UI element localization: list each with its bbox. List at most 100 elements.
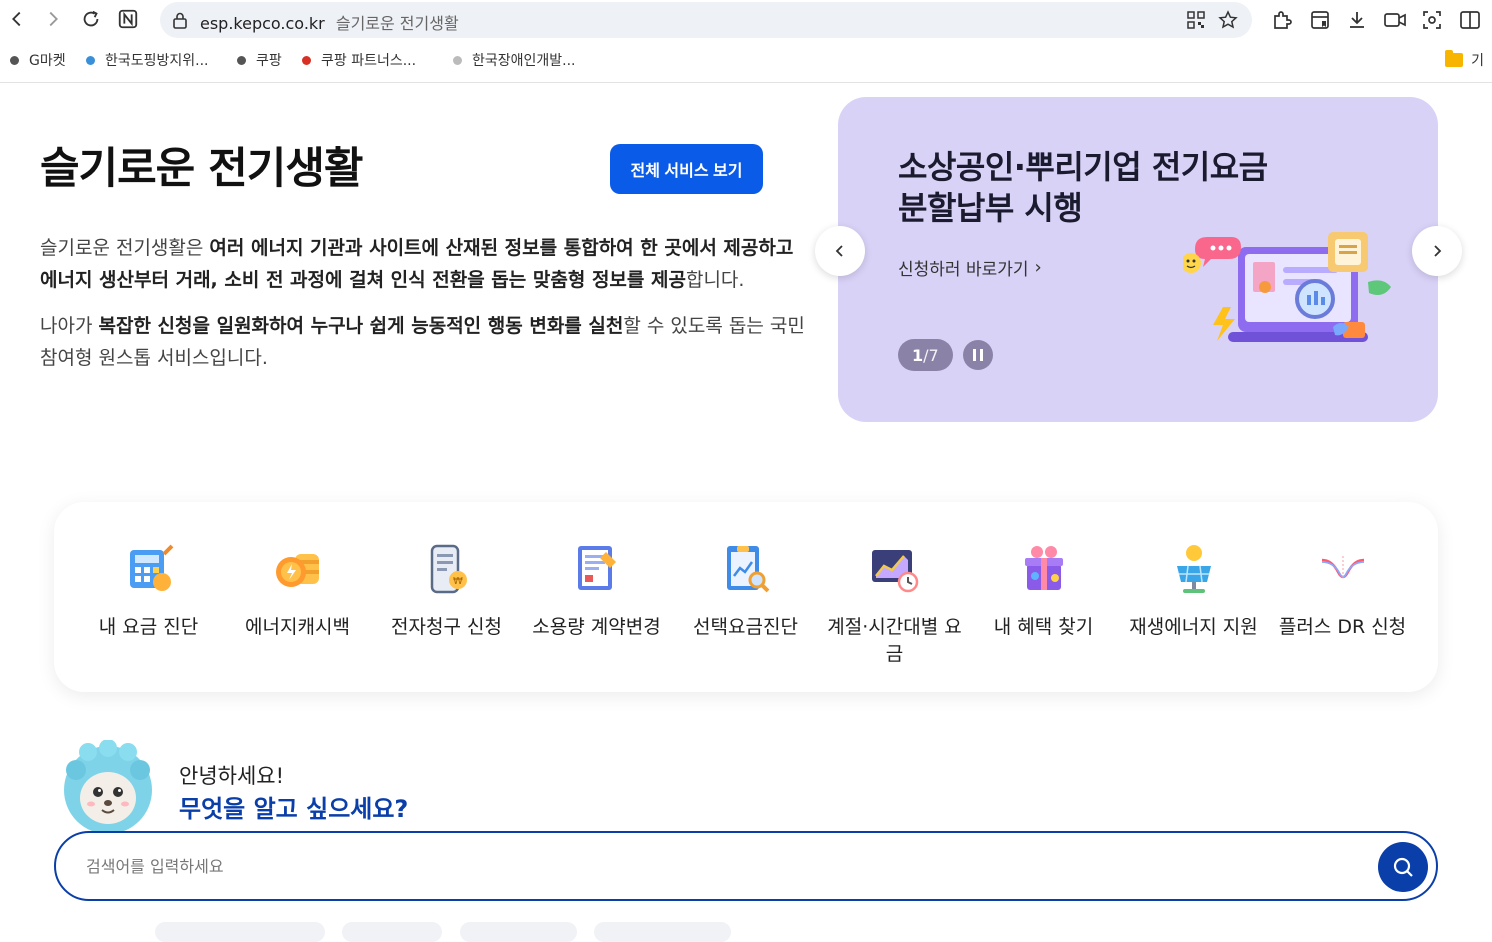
screenshot-icon[interactable] xyxy=(1420,8,1444,32)
carousel-next-button[interactable] xyxy=(1412,226,1462,276)
quick-item-label: 내 요금 진단 xyxy=(98,616,199,638)
quick-item-label: 재생에너지 지원 xyxy=(1129,616,1258,638)
browser-toolbar: esp.kepco.co.kr 슬기로운 전기생활 xyxy=(0,0,1492,40)
e-bill-phone-icon: ₩ xyxy=(430,544,467,594)
bookmark-label: 쿠팡 파트너스... xyxy=(321,53,417,69)
bookmark-gmarket[interactable]: G마켓 xyxy=(10,50,66,70)
bookmark-star-icon[interactable] xyxy=(1218,10,1238,30)
quick-item-label: 소용량 계약변경 xyxy=(532,616,661,638)
sidebar-icon[interactable] xyxy=(1458,8,1482,32)
quick-item-rate-diagnosis[interactable]: 선택요금진단 xyxy=(673,542,818,641)
banner-title: 소상공인·뿌리기업 전기요금 분할납부 시행 xyxy=(898,147,1268,229)
intro-paragraph-2: 나아가 복잡한 신청을 일원화하여 누구나 쉽게 능동적인 행동 변화를 실천할… xyxy=(40,310,830,374)
search-bar xyxy=(54,831,1438,901)
banner-title-line: 분할납부 시행 xyxy=(898,189,1083,227)
computer-illustration-icon xyxy=(1183,232,1391,342)
quick-item-label: 플러스 DR 신청 xyxy=(1278,616,1407,638)
carousel-prev-button[interactable] xyxy=(815,226,865,276)
bookmark-label: 한국장애인개발... xyxy=(472,53,576,69)
promo-banner[interactable]: 소상공인·뿌리기업 전기요금 분할납부 시행 신청하러 바로가기 › 1/7 xyxy=(838,97,1438,422)
bookmark-coupang[interactable]: 쿠팡 xyxy=(237,50,282,70)
bookmark-favicon xyxy=(237,55,246,65)
quick-item-plus-dr[interactable]: 플러스 DR 신청 xyxy=(1270,542,1415,641)
quick-item-e-billing[interactable]: ₩ 전자청구 신청 xyxy=(374,542,519,641)
quick-item-contract-change[interactable]: 소용량 계약변경 xyxy=(524,542,669,641)
bookmark-disability-dev[interactable]: 한국장애인개발... xyxy=(453,50,576,70)
reload-icon[interactable] xyxy=(80,8,102,30)
quick-item-label: 선택요금진단 xyxy=(693,616,798,638)
chevron-left-icon xyxy=(835,245,843,257)
banner-title-line: 소상공인·뿌리기업 전기요금 xyxy=(898,148,1268,186)
intro-text-part: 참여형 원스톱 서비스입니다. xyxy=(40,347,268,369)
keyword-tag[interactable] xyxy=(594,922,731,942)
address-bar[interactable]: esp.kepco.co.kr 슬기로운 전기생활 xyxy=(160,2,1252,38)
keyword-tag[interactable] xyxy=(460,922,577,942)
report-magnifier-icon xyxy=(726,546,769,593)
gift-box-icon xyxy=(1024,546,1063,590)
bookmark-folder[interactable]: 기 xyxy=(1445,50,1484,70)
keyword-tag[interactable] xyxy=(155,922,325,942)
extensions-icon[interactable] xyxy=(1270,8,1294,32)
contract-document-icon xyxy=(577,546,616,590)
banner-link-label: 신청하러 바로가기 xyxy=(898,260,1029,280)
bookmark-favicon xyxy=(10,55,19,65)
all-services-button[interactable]: 전체 서비스 보기 xyxy=(610,144,763,194)
keyword-tag[interactable] xyxy=(342,922,442,942)
quick-item-benefits[interactable]: 내 혜택 찾기 xyxy=(971,542,1116,641)
intro-text-bold: 에너지 생산부터 거래, 소비 전 과정에 걸쳐 인식 전환을 돕는 맞춤형 정… xyxy=(40,269,686,291)
quick-item-label: 계절·시간대별 요금 xyxy=(827,616,962,665)
download-icon[interactable] xyxy=(1345,8,1369,32)
video-icon[interactable] xyxy=(1383,8,1407,32)
intro-text-part: 합니다. xyxy=(685,269,745,291)
pause-icon[interactable] xyxy=(963,340,993,370)
assistant-greeting: 안녕하세요! xyxy=(179,764,285,788)
bookmark-doping[interactable]: 한국도핑방지위... xyxy=(86,50,209,70)
folder-icon xyxy=(1445,50,1464,67)
bill-calculator-icon xyxy=(129,544,173,591)
quick-item-label: 전자청구 신청 xyxy=(391,616,502,638)
search-button[interactable] xyxy=(1378,842,1428,892)
chevron-right-icon: › xyxy=(1034,257,1042,278)
assistant-question: 무엇을 알고 싶으세요? xyxy=(179,795,409,823)
quick-item-bill-diagnosis[interactable]: 내 요금 진단 xyxy=(76,542,221,641)
coin-cashback-icon xyxy=(275,554,319,587)
chart-clock-icon xyxy=(871,550,918,593)
intro-text-part: 나아가 xyxy=(40,315,99,337)
tab-title: 슬기로운 전기생활 xyxy=(335,14,459,33)
lock-icon[interactable] xyxy=(170,10,190,30)
bookmark-label: 한국도핑방지위... xyxy=(105,53,209,69)
intro-text-part: 슬기로운 전기생활은 xyxy=(40,237,210,259)
bookmark-folder-label: 기 xyxy=(1471,53,1484,69)
back-icon[interactable] xyxy=(6,8,28,30)
chevron-right-icon xyxy=(1434,245,1442,257)
pager-total: /7 xyxy=(923,345,939,365)
pager-current: 1 xyxy=(912,345,924,365)
intro-text-part: 할 수 있도록 돕는 국민 xyxy=(623,315,805,337)
quick-item-energy-cashback[interactable]: 에너지캐시백 xyxy=(225,542,370,641)
qr-code-icon[interactable] xyxy=(1186,10,1206,30)
bookmarks-bar: G마켓 한국도핑방지위... 쿠팡 쿠팡 파트너스... 한국장애인개발... … xyxy=(0,40,1492,83)
mascot-icon xyxy=(64,740,152,834)
naver-icon[interactable] xyxy=(117,8,139,30)
dr-curve-icon xyxy=(1319,554,1366,584)
quick-service-menu: 내 요금 진단 에너지캐시백 ₩ 전자청구 신청 소용량 계약변경 선택요금진단… xyxy=(54,502,1438,692)
intro-text-bold: 여러 에너지 기관과 사이트에 산재된 정보를 통합하여 한 곳에서 제공하고 xyxy=(209,237,794,259)
forward-icon[interactable] xyxy=(42,8,64,30)
search-icon xyxy=(1393,857,1413,877)
banner-apply-link[interactable]: 신청하러 바로가기 › xyxy=(898,255,1042,280)
intro-text-bold: 복잡한 신청을 일원화하여 누구나 쉽게 능동적인 행동 변화를 실천 xyxy=(98,315,624,337)
quick-item-label: 내 혜택 찾기 xyxy=(993,616,1094,638)
bookmark-coupang-partners[interactable]: 쿠팡 파트너스... xyxy=(302,50,416,70)
solar-panel-icon xyxy=(1176,545,1211,593)
bookmark-favicon xyxy=(302,55,311,65)
bookmark-favicon xyxy=(453,55,462,65)
reading-list-icon[interactable] xyxy=(1308,8,1332,32)
bookmark-favicon xyxy=(86,55,95,65)
quick-item-seasonal-rate[interactable]: 계절·시간대별 요금 xyxy=(822,542,967,668)
search-input[interactable] xyxy=(86,851,1336,881)
banner-pager: 1/7 xyxy=(898,339,953,371)
url-text[interactable]: esp.kepco.co.kr 슬기로운 전기생활 xyxy=(200,10,459,34)
page-title: 슬기로운 전기생활 xyxy=(40,144,363,194)
svg-text:₩: ₩ xyxy=(453,576,463,587)
quick-item-renewable[interactable]: 재생에너지 지원 xyxy=(1121,542,1266,641)
